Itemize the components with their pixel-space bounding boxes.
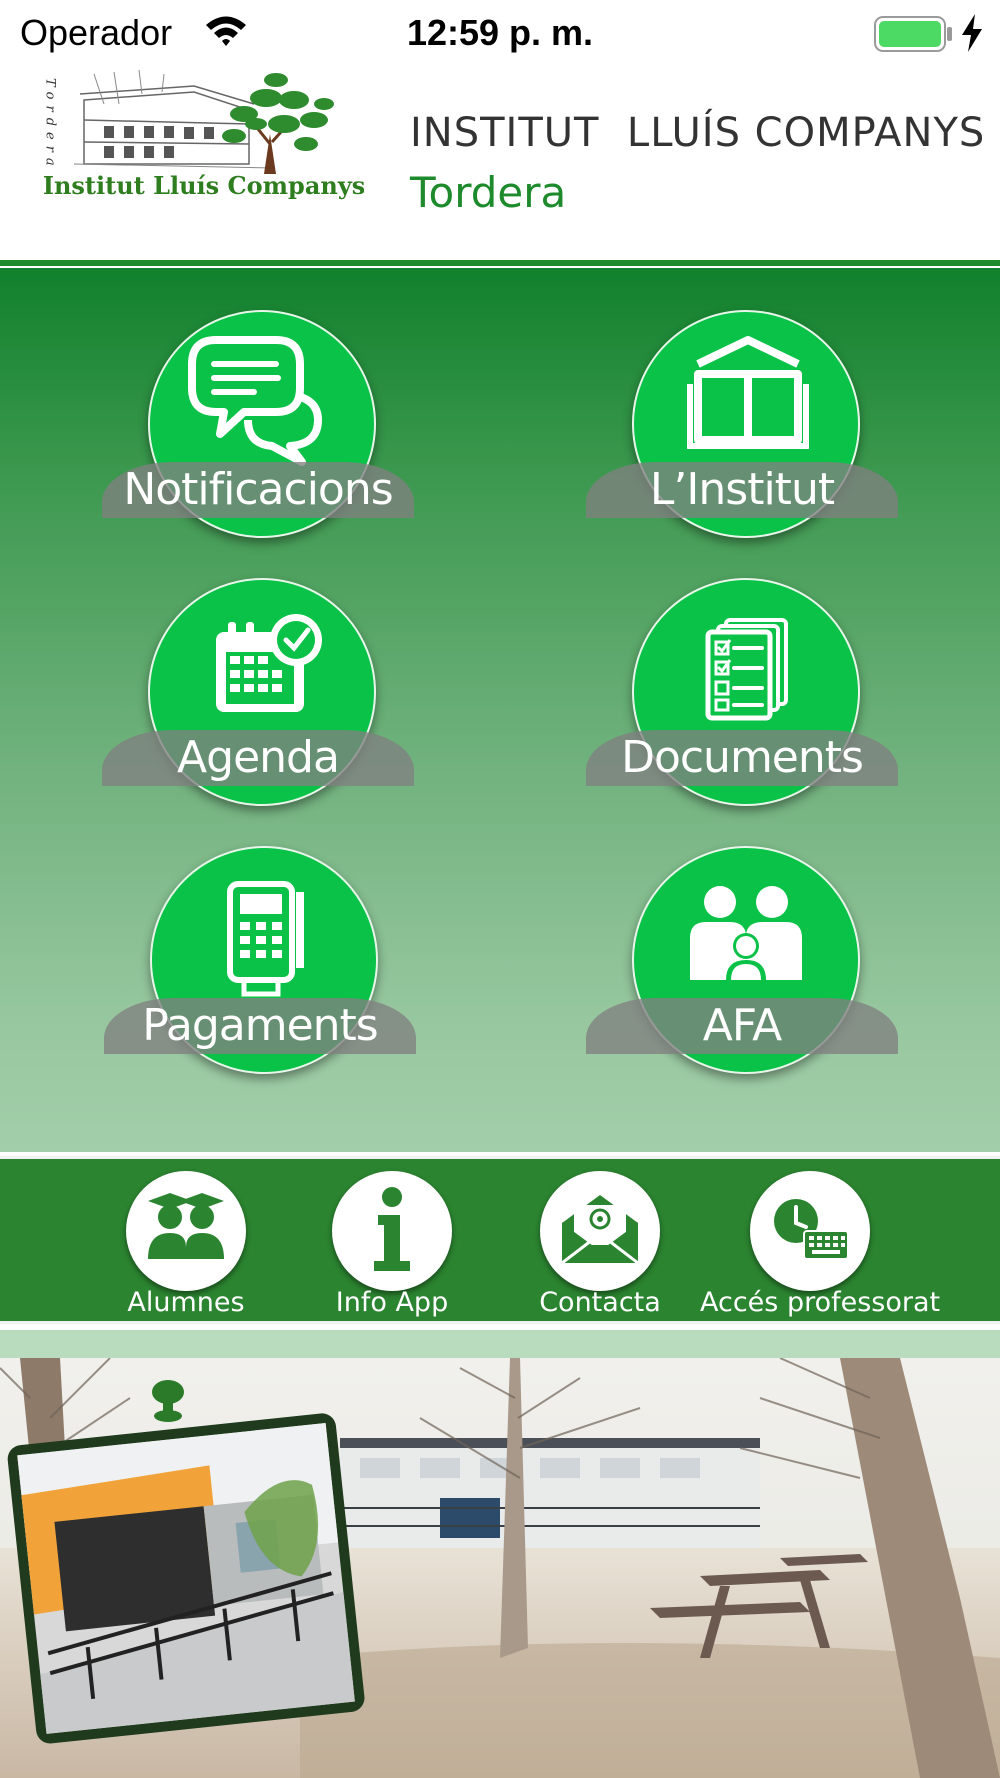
info-icon bbox=[374, 1187, 410, 1271]
status-bar: Operador 12:59 p. m. bbox=[0, 0, 1000, 64]
tile-label: L’Institut bbox=[649, 464, 835, 515]
tile-institut[interactable]: L’Institut bbox=[586, 310, 898, 540]
quick-circle bbox=[126, 1171, 246, 1291]
tile-label: Notificacions bbox=[123, 464, 393, 515]
graduates-icon bbox=[148, 1193, 224, 1259]
email-envelope-icon bbox=[561, 1195, 639, 1265]
quick-circle bbox=[540, 1171, 660, 1291]
tile-label: Agenda bbox=[177, 732, 340, 783]
separator-strip bbox=[0, 1330, 1000, 1358]
charging-bolt-icon bbox=[962, 14, 982, 52]
logo-vertical-text: Tordera bbox=[44, 78, 58, 172]
quick-alumnes[interactable]: Alumnes bbox=[76, 1171, 296, 1321]
quick-actions-bar: Alumnes Info App Contacta Accés professo… bbox=[0, 1156, 1000, 1324]
tile-notificacions[interactable]: Notificacions bbox=[102, 310, 414, 540]
school-logo: Tordera Institut Lluís Companys bbox=[44, 69, 364, 200]
clock-keyboard-icon bbox=[774, 1199, 849, 1260]
main-menu-grid: Notificacions L’Institut Agenda Document… bbox=[0, 268, 1000, 1152]
tile-documents[interactable]: Documents bbox=[586, 578, 898, 808]
battery-icon bbox=[874, 16, 952, 52]
quick-label: Contacta bbox=[539, 1287, 661, 1318]
quick-label: Accés professorat bbox=[700, 1287, 941, 1318]
status-time: 12:59 p. m. bbox=[406, 12, 594, 53]
school-town: Tordera bbox=[410, 168, 567, 217]
quick-circle bbox=[332, 1171, 452, 1291]
quick-label: Alumnes bbox=[127, 1287, 245, 1318]
header-divider bbox=[0, 260, 1000, 266]
tile-afa[interactable]: AFA bbox=[586, 846, 898, 1076]
campus-photo-illustration bbox=[0, 1358, 1000, 1778]
quick-contacta[interactable]: Contacta bbox=[490, 1171, 710, 1321]
tile-pagaments[interactable]: Pagaments bbox=[104, 846, 416, 1076]
quick-info-app[interactable]: Info App bbox=[282, 1171, 502, 1321]
tile-agenda[interactable]: Agenda bbox=[102, 578, 414, 808]
quick-label: Info App bbox=[335, 1287, 449, 1318]
quick-acces-professorat[interactable]: Accés professorat bbox=[700, 1171, 941, 1321]
logo-text: Institut Lluís Companys bbox=[44, 171, 364, 200]
header: Tordera Institut Lluís Companys INSTITUT… bbox=[0, 64, 1000, 266]
school-name: INSTITUT LLUÍS COMPANYS bbox=[410, 110, 986, 156]
tile-label: Documents bbox=[621, 732, 864, 783]
tile-label: Pagaments bbox=[142, 1000, 378, 1051]
quick-circle bbox=[750, 1171, 870, 1291]
tile-label: AFA bbox=[702, 1000, 782, 1051]
campus-photo bbox=[0, 1358, 1000, 1778]
